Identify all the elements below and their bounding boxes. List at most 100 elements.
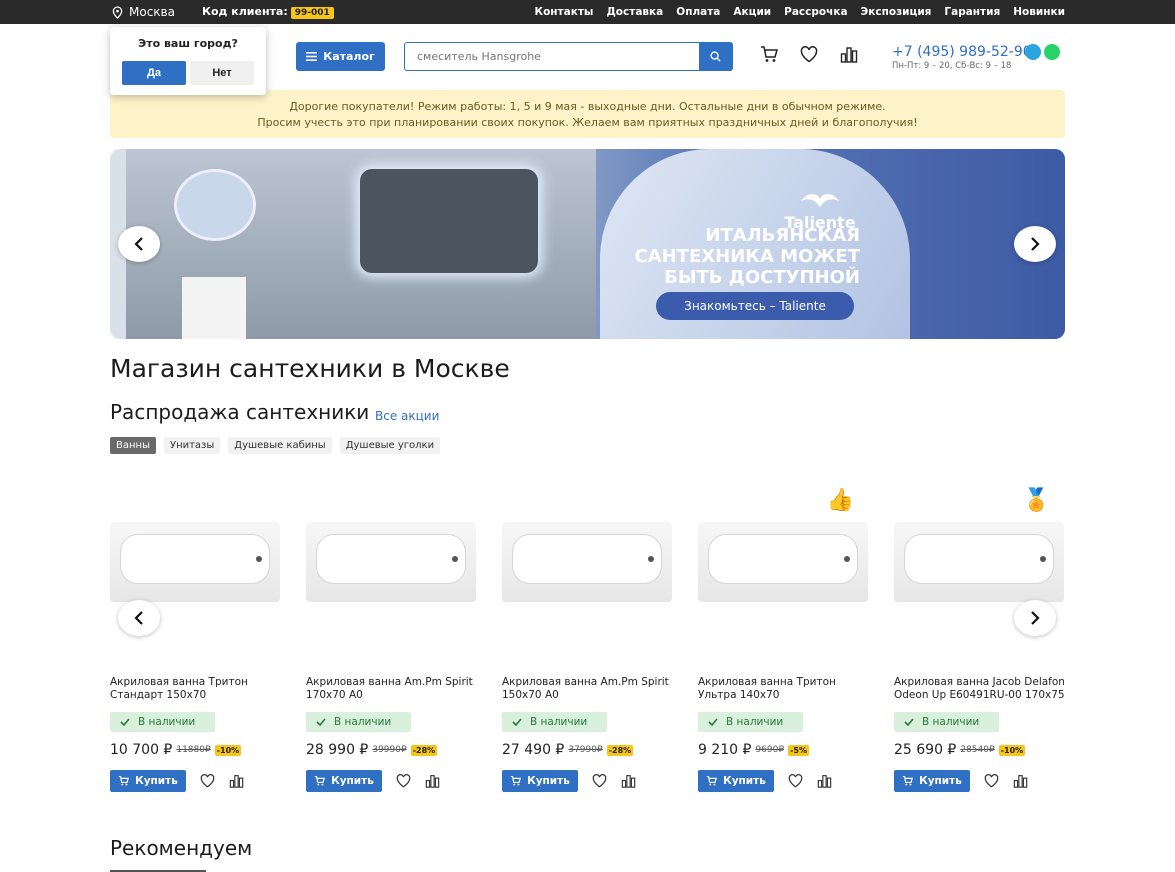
cart-icon [314, 776, 326, 786]
favorite-icon[interactable] [592, 774, 607, 788]
product-card[interactable]: 🏅 Акриловая ванна Jacob Delafon Odeon Up… [894, 480, 1070, 800]
current-price: 25 690 ₽ [894, 742, 957, 758]
favorite-icon[interactable] [200, 774, 215, 788]
top-nav: Контакты Доставка Оплата Акции Рассрочка… [535, 6, 1066, 18]
client-code-label: Код клиента: [202, 5, 288, 18]
nav-new[interactable]: Новинки [1013, 6, 1065, 18]
cart-icon [902, 776, 914, 786]
price-row: 10 700 ₽ 11880₽ -10% [110, 742, 242, 758]
product-name[interactable]: Акриловая ванна Тритон Стандарт 150х70 [110, 676, 286, 702]
chevron-right-icon [1031, 237, 1040, 251]
product-image[interactable] [110, 522, 280, 602]
check-icon [904, 718, 914, 726]
favorite-icon[interactable] [396, 774, 411, 788]
search-bar [404, 42, 733, 71]
stock-label: В наличии [922, 716, 980, 728]
favorite-icon[interactable] [788, 774, 803, 788]
page-title: Магазин сантехники в Москве [110, 354, 510, 383]
tab-baths[interactable]: Ванны [110, 437, 156, 454]
banner-cta-button[interactable]: Знакомьтесь – Taliente [656, 292, 854, 320]
product-card[interactable]: 👍 Акриловая ванна Тритон Ультра 140х70 В… [698, 480, 874, 800]
nav-warranty[interactable]: Гарантия [944, 6, 1000, 18]
bathtub-graphic [316, 534, 466, 584]
whatsapp-icon[interactable] [1044, 44, 1060, 60]
compare-icon[interactable] [425, 774, 440, 788]
products-next-button[interactable] [1014, 600, 1056, 636]
check-icon [512, 718, 522, 726]
nav-contacts[interactable]: Контакты [535, 6, 594, 18]
nav-exposition[interactable]: Экспозиция [861, 6, 932, 18]
compare-icon[interactable] [817, 774, 832, 788]
compare-icon[interactable] [229, 774, 244, 788]
search-button[interactable] [699, 43, 732, 70]
product-card[interactable]: Акриловая ванна Тритон Стандарт 150х70 В… [110, 480, 286, 800]
city-name[interactable]: Москва [129, 5, 175, 19]
catalog-label: Каталог [323, 50, 375, 63]
buy-button[interactable]: Купить [502, 770, 578, 792]
header-icons [760, 46, 858, 63]
drain-graphic [1040, 556, 1046, 562]
nav-delivery[interactable]: Доставка [606, 6, 663, 18]
bathtub-graphic [512, 534, 662, 584]
discount-badge: -28% [410, 744, 438, 756]
search-input[interactable] [405, 43, 699, 70]
phone-number[interactable]: +7 (495) 989-52-90 [892, 44, 1032, 60]
telegram-icon[interactable] [1025, 44, 1041, 60]
discount-badge: -10% [998, 744, 1026, 756]
check-icon [708, 718, 718, 726]
banner-next-button[interactable] [1014, 226, 1056, 262]
city-yes-button[interactable]: Да [122, 61, 186, 85]
tab-toilets[interactable]: Унитазы [163, 437, 221, 454]
product-image[interactable] [502, 522, 672, 602]
compare-icon[interactable] [840, 46, 858, 63]
cart-icon[interactable] [760, 46, 778, 63]
banner-prev-button[interactable] [118, 226, 160, 262]
product-badge-icon: 🏅 [1022, 488, 1050, 513]
stock-status: В наличии [306, 712, 411, 732]
compare-icon[interactable] [621, 774, 636, 788]
nav-installments[interactable]: Рассрочка [784, 6, 847, 18]
product-name[interactable]: Акриловая ванна Am.Pm Spirit 150x70 A0 [502, 676, 678, 702]
all-promotions-link[interactable]: Все акции [375, 409, 439, 423]
slogan-line-2: САНТЕХНИКА МОЖЕТ [634, 246, 860, 267]
catalog-button[interactable]: Каталог [296, 42, 385, 71]
buy-button[interactable]: Купить [110, 770, 186, 792]
card-actions: Купить [698, 770, 832, 792]
buy-button[interactable]: Купить [306, 770, 382, 792]
products-prev-button[interactable] [118, 600, 160, 636]
social-links [1025, 44, 1060, 60]
tab-shower-enclosures[interactable]: Душевые уголки [339, 437, 441, 454]
tab-shower-cabins[interactable]: Душевые кабины [228, 437, 332, 454]
working-hours: Пн-Пт: 9 – 20, Сб-Вс: 9 – 18 [892, 61, 1012, 71]
product-card[interactable]: Акриловая ванна Am.Pm Spirit 150x70 A0 В… [502, 480, 678, 800]
buy-button[interactable]: Купить [698, 770, 774, 792]
promo-banner[interactable]: Taliente ИТАЛЬЯНСКАЯ САНТЕХНИКА МОЖЕТ БЫ… [110, 149, 1065, 339]
old-price: 9690₽ [755, 745, 785, 755]
price-row: 25 690 ₽ 28540₽ -10% [894, 742, 1026, 758]
product-image[interactable] [894, 522, 1064, 602]
product-card[interactable]: Акриловая ванна Am.Pm Spirit 170x70 A0 В… [306, 480, 482, 800]
product-image[interactable] [698, 522, 868, 602]
city-no-button[interactable]: Нет [190, 61, 254, 85]
compare-icon[interactable] [1013, 774, 1028, 788]
city-selector[interactable]: Москва [112, 5, 175, 19]
holiday-notice: Дорогие покупатели! Режим работы: 1, 5 и… [110, 90, 1065, 138]
old-price: 37990₽ [568, 745, 603, 755]
top-bar: Москва Код клиента: 99-001 Контакты Доста… [0, 0, 1175, 24]
product-image[interactable] [306, 522, 476, 602]
discount-badge: -5% [788, 744, 809, 756]
product-name[interactable]: Акриловая ванна Jacob Delafon Odeon Up E… [894, 676, 1070, 702]
drain-graphic [256, 556, 262, 562]
buy-label: Купить [331, 775, 374, 787]
product-name[interactable]: Акриловая ванна Am.Pm Spirit 170x70 A0 [306, 676, 482, 702]
nav-promotions[interactable]: Акции [733, 6, 771, 18]
favorite-icon[interactable] [984, 774, 999, 788]
client-code-badge: 99-001 [290, 7, 334, 19]
cart-icon [118, 776, 130, 786]
discount-badge: -28% [606, 744, 634, 756]
product-name[interactable]: Акриловая ванна Тритон Ультра 140х70 [698, 676, 874, 702]
city-confirm-popup: Это ваш город? Да Нет [110, 27, 266, 95]
nav-payment[interactable]: Оплата [676, 6, 720, 18]
buy-button[interactable]: Купить [894, 770, 970, 792]
favorites-icon[interactable] [800, 46, 818, 63]
